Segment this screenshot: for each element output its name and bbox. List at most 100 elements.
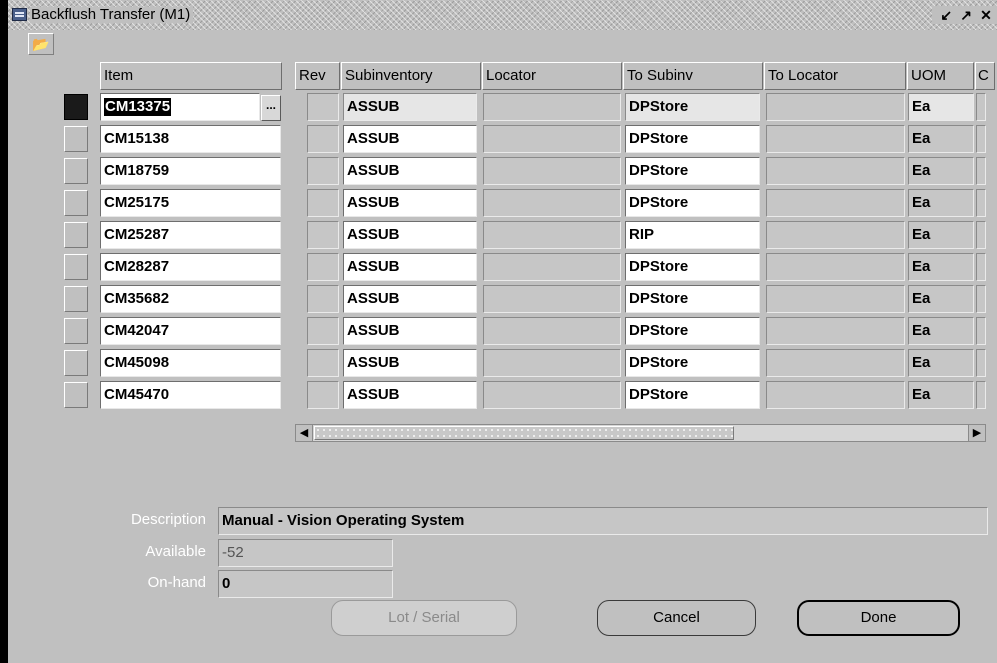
open-folder-button[interactable]: 📂: [28, 33, 54, 55]
rev-field[interactable]: [307, 285, 339, 313]
extra-field[interactable]: [976, 93, 986, 121]
subinventory-field[interactable]: ASSUB: [343, 285, 477, 313]
row-selector[interactable]: [64, 382, 88, 408]
column-header-uom[interactable]: UOM: [907, 62, 974, 90]
row-selector[interactable]: [64, 94, 88, 120]
subinventory-field[interactable]: ASSUB: [343, 189, 477, 217]
item-field[interactable]: CM45098: [100, 349, 281, 377]
to-locator-field[interactable]: [766, 285, 905, 313]
locator-field[interactable]: [483, 381, 621, 409]
list-of-values-button[interactable]: ...: [261, 95, 281, 121]
title-bar[interactable]: Backflush Transfer (M1) ↙ ↗ ✕: [8, 0, 997, 30]
to-locator-field[interactable]: [766, 157, 905, 185]
to-locator-field[interactable]: [766, 253, 905, 281]
item-field[interactable]: CM15138: [100, 125, 281, 153]
to-subinv-field[interactable]: DPStore: [625, 317, 760, 345]
uom-field[interactable]: Ea: [908, 381, 974, 409]
rev-field[interactable]: [307, 349, 339, 377]
scrollbar-thumb[interactable]: [314, 426, 734, 440]
cancel-button[interactable]: Cancel: [597, 600, 756, 636]
to-subinv-field[interactable]: DPStore: [625, 157, 760, 185]
subinventory-field[interactable]: ASSUB: [343, 349, 477, 377]
column-header-to-locator[interactable]: To Locator: [764, 62, 906, 90]
locator-field[interactable]: [483, 285, 621, 313]
to-subinv-field[interactable]: DPStore: [625, 285, 760, 313]
to-subinv-field[interactable]: DPStore: [625, 381, 760, 409]
locator-field[interactable]: [483, 317, 621, 345]
rev-field[interactable]: [307, 157, 339, 185]
locator-field[interactable]: [483, 253, 621, 281]
locator-field[interactable]: [483, 349, 621, 377]
scroll-right-icon[interactable]: ▶: [968, 425, 985, 441]
to-subinv-field[interactable]: RIP: [625, 221, 760, 249]
uom-field[interactable]: Ea: [908, 189, 974, 217]
lot-serial-button[interactable]: Lot / Serial: [331, 600, 517, 636]
column-header-locator[interactable]: Locator: [482, 62, 622, 90]
row-selector[interactable]: [64, 126, 88, 152]
subinventory-field[interactable]: ASSUB: [343, 253, 477, 281]
uom-field[interactable]: Ea: [908, 157, 974, 185]
item-field[interactable]: CM42047: [100, 317, 281, 345]
to-subinv-field[interactable]: DPStore: [625, 253, 760, 281]
item-field[interactable]: CM13375: [100, 93, 260, 121]
item-field[interactable]: CM25175: [100, 189, 281, 217]
row-selector[interactable]: [64, 222, 88, 248]
rev-field[interactable]: [307, 221, 339, 249]
uom-field[interactable]: Ea: [908, 317, 974, 345]
column-header-extra[interactable]: C: [975, 62, 995, 90]
subinventory-field[interactable]: ASSUB: [343, 157, 477, 185]
rev-field[interactable]: [307, 189, 339, 217]
to-subinv-field[interactable]: DPStore: [625, 93, 760, 121]
extra-field[interactable]: [976, 349, 986, 377]
item-field[interactable]: CM25287: [100, 221, 281, 249]
subinventory-field[interactable]: ASSUB: [343, 221, 477, 249]
column-header-subinventory[interactable]: Subinventory: [341, 62, 481, 90]
row-selector[interactable]: [64, 254, 88, 280]
locator-field[interactable]: [483, 157, 621, 185]
subinventory-field[interactable]: ASSUB: [343, 125, 477, 153]
to-locator-field[interactable]: [766, 125, 905, 153]
item-field[interactable]: CM28287: [100, 253, 281, 281]
row-selector[interactable]: [64, 350, 88, 376]
horizontal-scrollbar[interactable]: ◀ ▶: [295, 424, 986, 442]
row-selector[interactable]: [64, 318, 88, 344]
item-field[interactable]: CM18759: [100, 157, 281, 185]
subinventory-field[interactable]: ASSUB: [343, 93, 477, 121]
locator-field[interactable]: [483, 189, 621, 217]
subinventory-field[interactable]: ASSUB: [343, 381, 477, 409]
rev-field[interactable]: [307, 253, 339, 281]
row-selector[interactable]: [64, 286, 88, 312]
uom-field[interactable]: Ea: [908, 253, 974, 281]
locator-field[interactable]: [483, 125, 621, 153]
to-locator-field[interactable]: [766, 93, 905, 121]
uom-field[interactable]: Ea: [908, 349, 974, 377]
uom-field[interactable]: Ea: [908, 221, 974, 249]
extra-field[interactable]: [976, 157, 986, 185]
column-header-to-subinv[interactable]: To Subinv: [623, 62, 763, 90]
extra-field[interactable]: [976, 381, 986, 409]
to-subinv-field[interactable]: DPStore: [625, 189, 760, 217]
uom-field[interactable]: Ea: [908, 285, 974, 313]
locator-field[interactable]: [483, 93, 621, 121]
to-locator-field[interactable]: [766, 189, 905, 217]
rev-field[interactable]: [307, 381, 339, 409]
extra-field[interactable]: [976, 189, 986, 217]
column-header-item[interactable]: Item: [100, 62, 282, 90]
row-selector[interactable]: [64, 190, 88, 216]
maximize-icon[interactable]: ↗: [958, 6, 974, 24]
extra-field[interactable]: [976, 317, 986, 345]
extra-field[interactable]: [976, 285, 986, 313]
to-locator-field[interactable]: [766, 349, 905, 377]
subinventory-field[interactable]: ASSUB: [343, 317, 477, 345]
scroll-left-icon[interactable]: ◀: [296, 425, 313, 441]
minimize-icon[interactable]: ↙: [938, 6, 954, 24]
to-locator-field[interactable]: [766, 221, 905, 249]
uom-field[interactable]: Ea: [908, 93, 974, 121]
extra-field[interactable]: [976, 221, 986, 249]
extra-field[interactable]: [976, 125, 986, 153]
uom-field[interactable]: Ea: [908, 125, 974, 153]
locator-field[interactable]: [483, 221, 621, 249]
column-header-rev[interactable]: Rev: [295, 62, 340, 90]
rev-field[interactable]: [307, 125, 339, 153]
item-field[interactable]: CM35682: [100, 285, 281, 313]
